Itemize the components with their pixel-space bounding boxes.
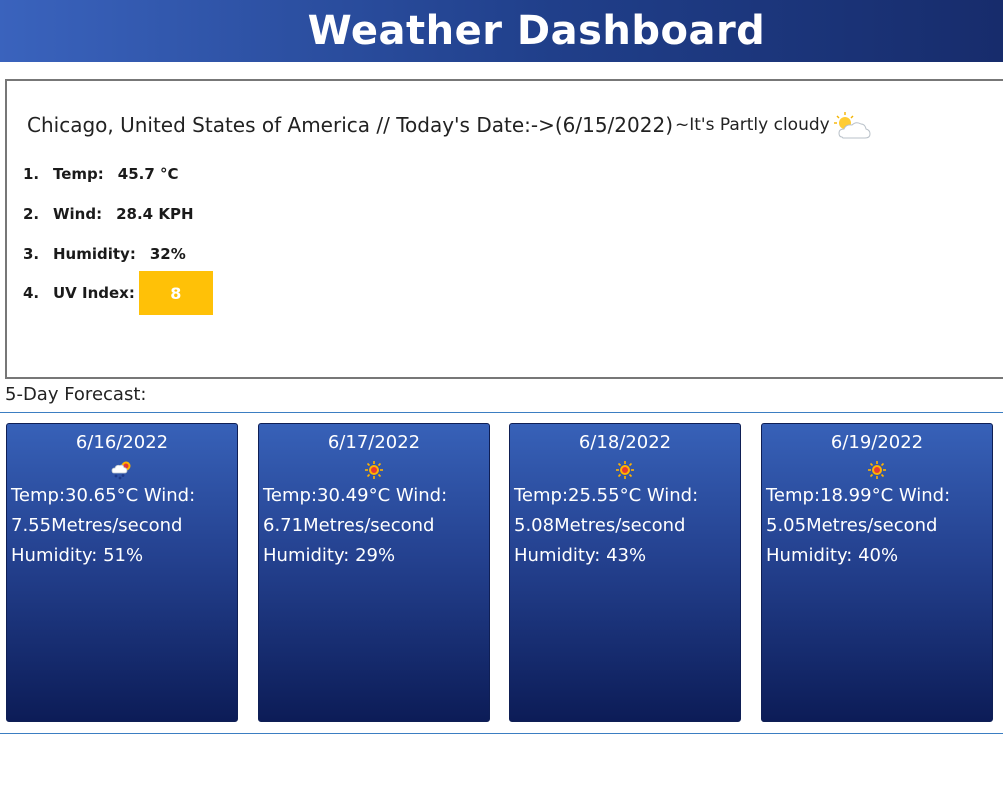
forecast-temp: Temp:25.55°C: [514, 485, 642, 506]
forecast-wind-label: Wind:: [395, 485, 448, 506]
stat-label: Humidity:: [53, 245, 136, 263]
forecast-date: 6/18/2022: [578, 432, 672, 453]
list-number: 4.: [23, 284, 40, 302]
forecast-wind-label: Wind:: [143, 485, 196, 506]
rain-sun-icon: [111, 461, 131, 480]
current-heading: Chicago, United States of America // Tod…: [27, 109, 872, 141]
uv-index-badge: 8: [138, 271, 213, 315]
stat-label: Wind:: [53, 205, 103, 223]
forecast-card: 6/18/2022 Temp:25.55°C Wind: 5.08Metres/…: [509, 423, 741, 722]
list-number: 3.: [23, 245, 40, 263]
forecast-temp: Temp:30.65°C: [11, 485, 139, 506]
forecast-humidity: Humidity: 51%: [11, 545, 144, 566]
stat-label: Temp:: [53, 165, 104, 183]
forecast-card: 6/16/2022 Temp:30.65°C Wind: 7.55Metres/…: [6, 423, 238, 722]
stat-wind: 2. Wind: 28.4 KPH: [23, 205, 194, 223]
stat-humidity: 3. Humidity: 32%: [23, 245, 186, 263]
condition-label: ~It's Partly cloudy: [675, 115, 830, 135]
forecast-wind: 6.71Metres/second: [263, 515, 435, 536]
forecast-wind: 5.08Metres/second: [514, 515, 686, 536]
stat-label: UV Index:: [53, 284, 135, 302]
forecast-date: 6/19/2022: [830, 432, 924, 453]
city-date-label: Chicago, United States of America // Tod…: [27, 113, 673, 137]
sun-icon: [365, 461, 383, 479]
forecast-card: 6/17/2022 Temp:30.49°C Wind: 6.71Metres/…: [258, 423, 490, 722]
stat-value: 28.4 KPH: [116, 205, 194, 223]
forecast-date: 6/17/2022: [327, 432, 421, 453]
forecast-temp: Temp:30.49°C: [263, 485, 391, 506]
sun-icon: [868, 461, 886, 479]
stat-temp: 1. Temp: 45.7 °C: [23, 165, 179, 183]
forecast-details: Temp:30.49°C Wind: 6.71Metres/second Hum…: [259, 481, 489, 571]
forecast-wind: 7.55Metres/second: [11, 515, 183, 536]
divider: [0, 733, 1003, 734]
forecast-wind-label: Wind:: [898, 485, 951, 506]
stat-uv-index: 4. UV Index: 8: [23, 271, 213, 315]
forecast-date: 6/16/2022: [75, 432, 169, 453]
forecast-details: Temp:18.99°C Wind: 5.05Metres/second Hum…: [762, 481, 992, 571]
current-weather-panel: Chicago, United States of America // Tod…: [5, 79, 1003, 379]
list-number: 2.: [23, 205, 40, 223]
list-number: 1.: [23, 165, 40, 183]
forecast-title: 5-Day Forecast:: [5, 384, 147, 405]
forecast-card: 6/19/2022 Temp:18.99°C Wind: 5.05Metres/…: [761, 423, 993, 722]
forecast-humidity: Humidity: 29%: [263, 545, 396, 566]
forecast-humidity: Humidity: 43%: [514, 545, 647, 566]
sun-icon: [616, 461, 634, 479]
forecast-details: Temp:30.65°C Wind: 7.55Metres/second Hum…: [7, 481, 237, 571]
stat-value: 45.7 °C: [117, 165, 179, 183]
stat-value: 32%: [149, 245, 186, 263]
forecast-temp: Temp:18.99°C: [766, 485, 894, 506]
header-bar: Weather Dashboard: [0, 0, 1003, 62]
forecast-humidity: Humidity: 40%: [766, 545, 899, 566]
forecast-wind: 5.05Metres/second: [766, 515, 938, 536]
forecast-wind-label: Wind:: [646, 485, 699, 506]
forecast-details: Temp:25.55°C Wind: 5.08Metres/second Hum…: [510, 481, 740, 571]
divider: [0, 412, 1003, 413]
partly-cloudy-icon: [833, 112, 871, 139]
page-title: Weather Dashboard: [307, 8, 766, 54]
